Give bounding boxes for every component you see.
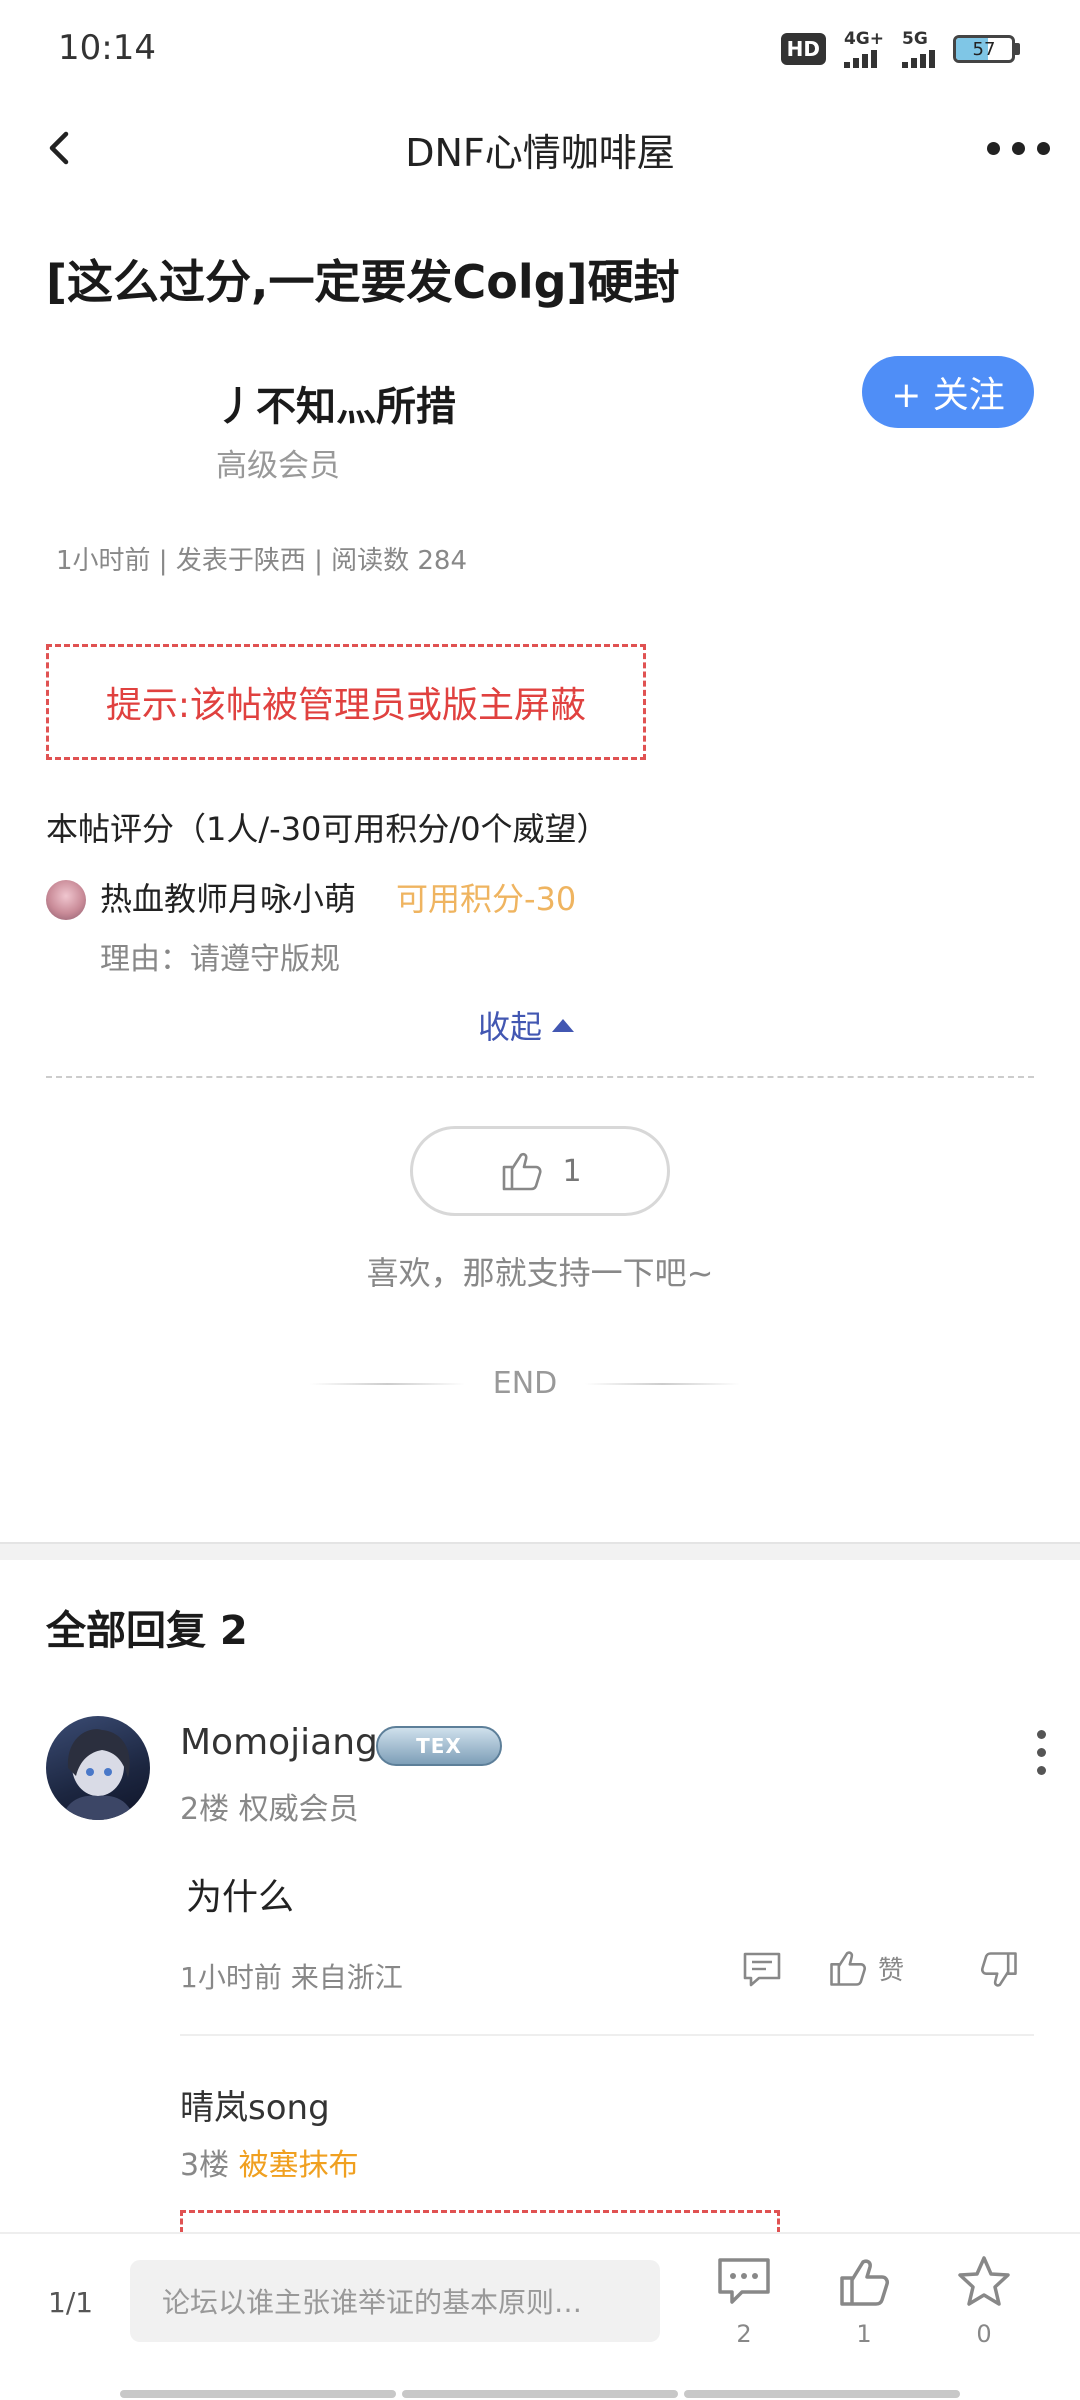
rater-name[interactable]: 热血教师月咏小萌: [100, 874, 356, 920]
signal-5g-icon: 5G: [902, 30, 935, 68]
like-count: 1: [856, 2320, 872, 2348]
like-post-button[interactable]: 1: [824, 2252, 904, 2348]
favorite-count: 0: [976, 2320, 992, 2348]
status-bar: 10:14 HD 4G+ 5G 57: [0, 0, 1080, 96]
comment-count: 2: [736, 2320, 752, 2348]
bottom-bar: 1/1 论坛以谁主张谁举证的基本原则… 2 1 0: [0, 2232, 1080, 2400]
comment-icon: [718, 2258, 770, 2304]
post-meta: 1小时前 | 发表于陕西 | 阅读数 284: [56, 546, 468, 576]
divider: [46, 1076, 1034, 1078]
reply-floor: 2楼 权威会员: [180, 1792, 359, 1827]
collapse-button[interactable]: 收起: [478, 1002, 575, 1048]
follow-button[interactable]: + 关注: [862, 356, 1034, 428]
thumbs-up-icon: [503, 1152, 542, 1191]
nav-bar: DNF心情咖啡屋: [0, 100, 1080, 196]
status-time: 10:14: [58, 28, 156, 68]
user-badge: TEX: [376, 1726, 502, 1766]
comments-button[interactable]: 2: [704, 2252, 784, 2348]
battery-icon: 57: [953, 35, 1020, 63]
end-marker: END: [310, 1366, 740, 1401]
reply-like-button[interactable]: 赞: [826, 1946, 904, 1990]
comment-icon[interactable]: [740, 1948, 784, 1992]
replies-header: 全部回复 2: [46, 1608, 248, 1654]
hd-icon: HD: [780, 33, 826, 65]
forum-title: DNF心情咖啡屋: [405, 131, 675, 175]
more-vertical-icon[interactable]: [1037, 1730, 1046, 1775]
gesture-bar: [120, 2390, 960, 2398]
floor-label: 3楼: [180, 2148, 239, 2183]
avatar[interactable]: [46, 1716, 150, 1820]
section-separator: [0, 1542, 1080, 1560]
more-options-icon[interactable]: [987, 130, 1050, 166]
notice-text: 提示:该帖被管理员或版主屏蔽: [105, 685, 587, 726]
reply-meta: 1小时前 来自浙江: [180, 1961, 403, 1994]
author-rank: 高级会员: [216, 448, 340, 484]
comment-input[interactable]: 论坛以谁主张谁举证的基本原则…: [130, 2260, 660, 2342]
reply-author-name[interactable]: Momojiang: [180, 1722, 378, 1763]
reply-author-name[interactable]: 晴岚song: [180, 2080, 330, 2129]
chevron-up-icon: [552, 1018, 575, 1032]
rating-header: 本帖评分（1人/-30可用积分/0个威望）: [46, 810, 609, 848]
signal-4g-icon: 4G+: [843, 29, 884, 68]
reply-text: 为什么: [186, 1877, 295, 1918]
page-indicator[interactable]: 1/1: [48, 2286, 93, 2319]
user-rank: 被塞抹布: [238, 2148, 359, 2183]
reply-floor: 3楼 被塞抹布: [180, 2140, 359, 2184]
star-icon: [958, 2256, 1010, 2306]
thumbs-up-icon: [840, 2259, 889, 2306]
thumbs-up-icon: [830, 1951, 867, 1986]
rater-avatar[interactable]: [46, 880, 86, 920]
divider: [180, 2034, 1034, 2036]
rater-reason: 理由：请遵守版规: [100, 942, 340, 977]
like-label: 赞: [878, 1955, 905, 1986]
author-name[interactable]: 丿不知灬所措: [216, 374, 456, 432]
like-hint: 喜欢，那就支持一下吧~: [366, 1254, 714, 1292]
status-icons: HD 4G+ 5G 57: [780, 29, 1020, 68]
battery-level: 57: [972, 39, 996, 60]
like-count: 1: [562, 1153, 582, 1189]
moderation-notice: 提示:该帖被管理员或版主屏蔽: [46, 644, 646, 760]
network-label: 5G: [902, 29, 928, 49]
favorite-button[interactable]: 0: [944, 2252, 1024, 2348]
collapse-label: 收起: [478, 1008, 543, 1046]
network-label: 4G+: [843, 29, 884, 49]
post-title: [这么过分,一定要发Colg]硬封: [46, 255, 680, 309]
like-button[interactable]: 1: [410, 1126, 670, 1216]
thumbs-down-icon[interactable]: [976, 1948, 1022, 1992]
rater-score: 可用积分-30: [396, 880, 577, 918]
end-label: END: [492, 1366, 558, 1401]
